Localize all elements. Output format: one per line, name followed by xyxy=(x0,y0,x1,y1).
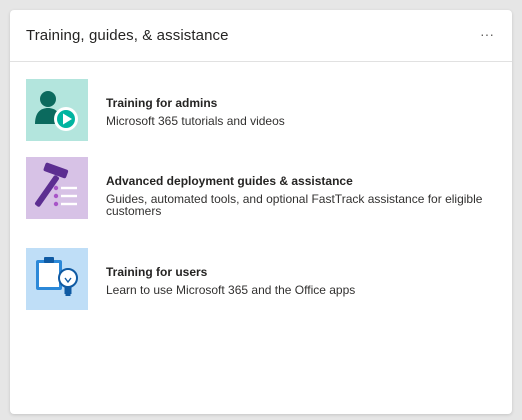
item-title: Advanced deployment guides & assistance xyxy=(106,174,353,188)
training-guides-card: Training, guides, & assistance ··· Train… xyxy=(10,10,512,414)
more-options-button[interactable]: ··· xyxy=(476,25,498,45)
list-item-training-for-admins[interactable]: Training for admins Microsoft 365 tutori… xyxy=(26,79,496,141)
item-description: Learn to use Microsoft 365 and the Offic… xyxy=(106,283,356,297)
list-item-training-for-users[interactable]: Training for users Learn to use Microsof… xyxy=(26,248,496,310)
item-title: Training for admins xyxy=(106,96,218,110)
admin-training-icon xyxy=(26,79,88,141)
item-description: Microsoft 365 tutorials and videos xyxy=(106,114,285,128)
deployment-guide-icon xyxy=(26,157,88,219)
item-title: Training for users xyxy=(106,265,208,279)
item-description: Guides, automated tools, and optional Fa… xyxy=(106,192,483,218)
list-item-advanced-deployment[interactable]: Advanced deployment guides & assistance … xyxy=(26,157,496,219)
card-header: Training, guides, & assistance ··· xyxy=(10,10,512,62)
card-title: Training, guides, & assistance xyxy=(26,27,229,44)
user-training-icon xyxy=(26,248,88,310)
